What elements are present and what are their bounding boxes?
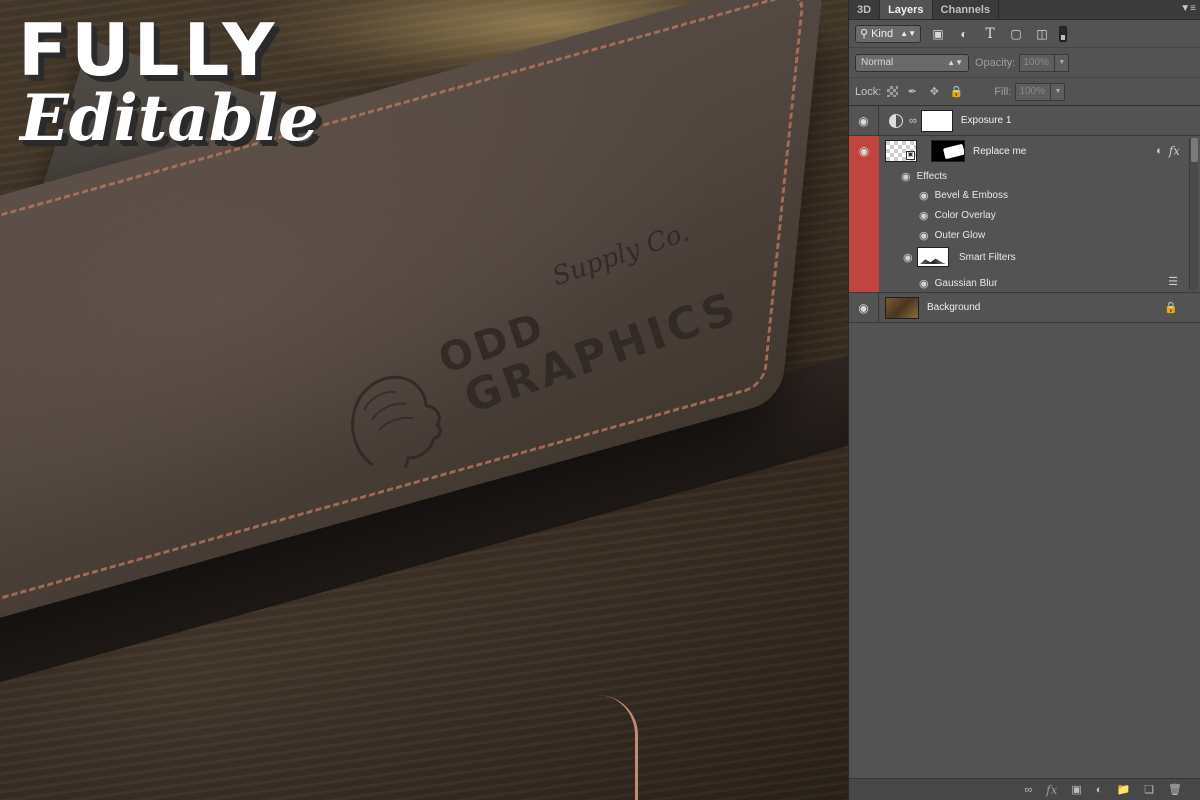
layer-name[interactable]: Exposure 1: [961, 115, 1012, 126]
fill-field[interactable]: 100%: [1015, 82, 1052, 101]
visibility-eye-icon[interactable]: ◉: [919, 209, 929, 222]
smart-filter-gaussian-blur[interactable]: ◉ Gaussian Blur: [919, 277, 997, 290]
layer-exposure-1[interactable]: ◉ ∞ Exposure 1: [849, 106, 1200, 136]
smart-filter-mask-thumbnail[interactable]: [917, 247, 949, 267]
opacity-field[interactable]: 100%: [1019, 53, 1056, 72]
filter-kind-select[interactable]: ⚲ Kind ▲▼: [855, 24, 921, 43]
smart-filter-indicator-icon[interactable]: ◐: [1156, 145, 1163, 157]
effects-label: Effects: [916, 171, 947, 182]
smart-object-thumbnail[interactable]: ▣: [885, 140, 917, 162]
document-canvas[interactable]: ODD Supply Co. GRAPHICS FULLY Editable: [0, 0, 848, 800]
lock-label: Lock:: [855, 85, 882, 98]
lock-all-icon[interactable]: 🔒: [948, 84, 964, 100]
scrollbar-thumb[interactable]: [1191, 138, 1198, 162]
adjustment-filter-icon[interactable]: ◐: [955, 25, 973, 43]
fill-label: Fill:: [994, 85, 1012, 98]
image-filter-icon[interactable]: ▣: [929, 25, 947, 43]
smart-object-filter-icon[interactable]: ◫: [1033, 25, 1051, 43]
layer-mask-thumbnail[interactable]: [920, 109, 953, 132]
layer-list: ◉ ∞ Exposure 1 ◉ ▣ Replace me ◐ fx ◉ Eff…: [849, 106, 1200, 775]
visibility-eye-icon[interactable]: ◉: [849, 136, 879, 166]
visibility-eye-icon[interactable]: ◉: [901, 170, 911, 183]
new-adjustment-layer-icon[interactable]: ◐: [1096, 784, 1103, 796]
tab-channels[interactable]: Channels: [933, 0, 1000, 19]
tab-layers[interactable]: Layers: [880, 0, 933, 19]
headline: FULLY Editable: [18, 14, 398, 154]
layer-style-indicators: ◐ fx: [1156, 144, 1180, 158]
add-mask-icon[interactable]: ▣: [1071, 783, 1081, 796]
fx-icon[interactable]: fx: [1169, 144, 1180, 158]
visibility-eye-icon[interactable]: ◉: [919, 277, 929, 290]
visibility-eye-icon[interactable]: ◉: [849, 106, 879, 135]
lock-icon[interactable]: 🔒: [1164, 301, 1178, 314]
smart-filters-label: Smart Filters: [959, 251, 1016, 263]
filter-kind-label: Kind: [871, 27, 894, 40]
layer-replace-me[interactable]: ◉ ▣ Replace me ◐ fx: [849, 136, 1200, 166]
new-group-folder-icon[interactable]: 📁: [1116, 783, 1130, 796]
layer-replace-me-group[interactable]: ◉ ▣ Replace me ◐ fx ◉ Effects ◉ Bevel & …: [849, 136, 1200, 293]
lock-position-icon[interactable]: ✥: [926, 84, 942, 100]
tab-3d[interactable]: 3D: [849, 0, 881, 19]
panel-menu-icon[interactable]: ▼≡: [1180, 3, 1196, 14]
smart-object-badge-icon: ▣: [906, 151, 915, 160]
visibility-eye-icon[interactable]: ◉: [919, 189, 929, 202]
layer-scrollbar[interactable]: [1189, 138, 1198, 290]
lock-transparency-icon[interactable]: [887, 86, 899, 97]
filter-toggle[interactable]: [1059, 25, 1067, 42]
effect-label: Outer Glow: [934, 230, 986, 241]
add-layer-style-icon[interactable]: fx: [1046, 783, 1057, 797]
select-arrows-icon: ▲▼: [900, 29, 916, 38]
type-filter-icon[interactable]: T: [981, 25, 999, 43]
lock-row: Lock: ✒ ✥ 🔒 Fill: 100% ▼: [849, 78, 1200, 106]
blend-mode-select[interactable]: Normal ▲▼: [855, 53, 969, 72]
layer-background[interactable]: ◉ Background 🔒: [849, 293, 1200, 323]
search-icon: ⚲: [860, 28, 869, 40]
layers-panel: 3D Layers Channels ▼≡ ⚲ Kind ▲▼ ▣ ◐ T ▢ …: [848, 0, 1200, 800]
headline-fully: FULLY: [18, 8, 279, 92]
effect-label: Bevel & Emboss: [934, 190, 1008, 201]
trash-icon[interactable]: 🗑: [1168, 783, 1182, 796]
layer-thumbnail[interactable]: [885, 296, 919, 319]
visibility-eye-icon[interactable]: ◉: [903, 251, 913, 264]
filter-blending-options-icon[interactable]: ☰: [1168, 275, 1178, 288]
select-arrows-icon: ▲▼: [947, 58, 963, 67]
layer-name[interactable]: Background: [927, 302, 980, 313]
effect-color-overlay[interactable]: ◉ Color Overlay: [919, 209, 996, 222]
layer-filter-row: ⚲ Kind ▲▼ ▣ ◐ T ▢ ◫: [849, 20, 1200, 48]
smart-filters-header[interactable]: ◉ Smart Filters: [903, 247, 1016, 267]
opacity-dropdown-icon[interactable]: ▼: [1055, 53, 1070, 72]
effect-bevel-emboss[interactable]: ◉ Bevel & Emboss: [919, 189, 1008, 202]
layer-name[interactable]: Replace me: [973, 146, 1026, 157]
effect-label: Color Overlay: [934, 210, 996, 221]
logo-word-supply: Supply Co.: [548, 217, 694, 293]
panel-footer: ∞ fx ▣ ◐ 📁 ❏ 🗑: [849, 778, 1200, 800]
effect-outer-glow[interactable]: ◉ Outer Glow: [919, 229, 985, 242]
blend-row: Normal ▲▼ Opacity: 100% ▼: [849, 48, 1200, 78]
panel-tab-bar: 3D Layers Channels ▼≡: [849, 0, 1200, 20]
headline-editable: Editable: [20, 81, 319, 156]
layer-mask-thumbnail[interactable]: [931, 140, 965, 162]
smart-filter-label: Gaussian Blur: [934, 278, 998, 289]
effects-header[interactable]: ◉ Effects: [901, 170, 947, 183]
link-chain-icon[interactable]: ∞: [909, 115, 917, 127]
new-layer-icon[interactable]: ❏: [1144, 783, 1154, 796]
visibility-eye-icon[interactable]: ◉: [919, 229, 929, 242]
fill-dropdown-icon[interactable]: ▼: [1051, 82, 1066, 101]
layer-list-empty-area[interactable]: [849, 323, 1200, 775]
link-layers-icon[interactable]: ∞: [1024, 784, 1032, 796]
lock-pixels-icon[interactable]: ✒: [904, 84, 920, 100]
blend-mode-value: Normal: [861, 57, 894, 68]
visibility-eye-icon[interactable]: ◉: [849, 293, 879, 322]
adjustment-layer-icon: [889, 113, 903, 128]
opacity-label: Opacity:: [975, 56, 1016, 69]
shape-filter-icon[interactable]: ▢: [1007, 25, 1025, 43]
